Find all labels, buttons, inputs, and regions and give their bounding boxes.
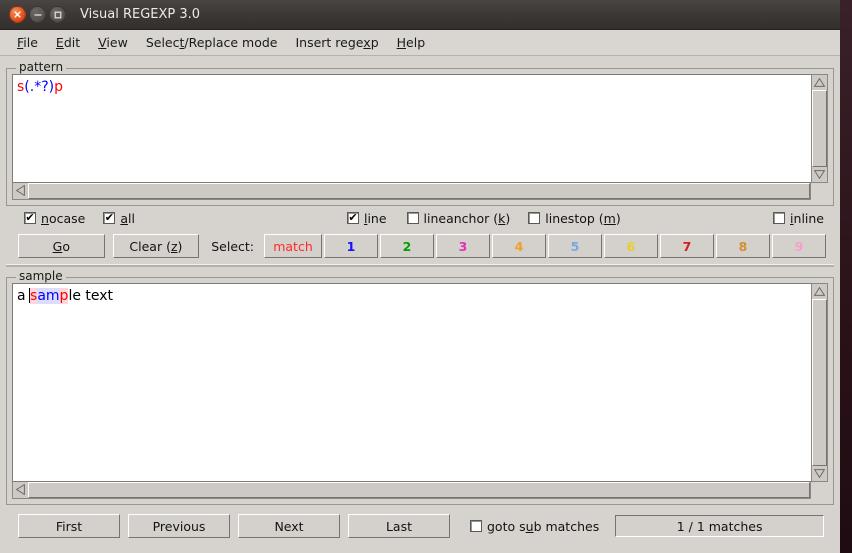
select-button-9[interactable]: 9 — [772, 234, 826, 258]
sample-segment-4: le text — [68, 288, 114, 304]
menu-file[interactable]: File — [8, 33, 47, 52]
select-button-2[interactable]: 2 — [380, 234, 434, 258]
last-button[interactable]: Last — [348, 514, 450, 538]
option-line[interactable]: ✔ line — [346, 210, 387, 226]
pattern-segment-1: (.*?) — [24, 79, 55, 95]
pattern-text: s(.*?)p — [17, 79, 63, 95]
select-button-5[interactable]: 5 — [548, 234, 602, 258]
select-buttons-group: match 1 2 3 4 5 6 7 8 9 — [264, 234, 828, 258]
pattern-vertical-scrollbar[interactable] — [811, 74, 828, 183]
linestop-label: linestop (m) — [545, 210, 621, 226]
select-button-4[interactable]: 4 — [492, 234, 546, 258]
inline-checkbox[interactable] — [773, 212, 786, 224]
select-button-6[interactable]: 6 — [604, 234, 658, 258]
menu-select-replace-mode[interactable]: Select/Replace mode — [137, 33, 287, 52]
window-title: Visual REGEXP 3.0 — [80, 7, 201, 22]
all-label: all — [120, 210, 135, 226]
clear-button[interactable]: Clear (z) — [112, 234, 200, 258]
scroll-left-arrow-icon[interactable] — [13, 482, 28, 497]
check-icon: ✔ — [348, 211, 358, 224]
goto-sub-matches-label: goto sub matches — [487, 518, 600, 534]
nocase-checkbox[interactable]: ✔ — [24, 212, 36, 224]
close-icon[interactable] — [9, 6, 26, 23]
scroll-left-arrow-icon[interactable] — [13, 183, 28, 198]
option-nocase[interactable]: ✔ nocase — [24, 211, 85, 226]
pattern-scroll-thumb[interactable] — [812, 90, 827, 167]
sample-text: a sample text — [17, 288, 113, 304]
select-button-7[interactable]: 7 — [660, 234, 714, 258]
divider — [6, 264, 834, 267]
go-label: Go — [52, 238, 70, 254]
option-goto-sub-matches[interactable]: goto sub matches — [470, 519, 599, 534]
inline-label: inline — [790, 210, 824, 226]
title-bar: Visual REGEXP 3.0 — [0, 0, 840, 30]
all-checkbox[interactable]: ✔ — [103, 211, 116, 224]
select-button-match[interactable]: match — [264, 234, 322, 258]
nocase-label: nocase — [41, 210, 86, 226]
option-linestop[interactable]: linestop (m) — [528, 210, 621, 226]
lineanchor-checkbox[interactable] — [406, 212, 419, 224]
menu-help[interactable]: Help — [388, 33, 435, 52]
select-button-1[interactable]: 1 — [324, 234, 378, 258]
option-all[interactable]: ✔ all — [103, 211, 135, 226]
minimize-icon[interactable] — [29, 6, 46, 23]
menu-bar: File Edit View Select/Replace mode Inser… — [0, 30, 840, 56]
maximize-icon[interactable] — [49, 6, 66, 23]
previous-button[interactable]: Previous — [128, 514, 230, 538]
scroll-up-arrow-icon[interactable] — [812, 284, 827, 299]
window-body: pattern s(.*?)p ✔ nocase ✔ all ✔ line li… — [0, 60, 840, 541]
scroll-down-arrow-icon[interactable] — [812, 466, 827, 481]
scroll-down-arrow-icon[interactable] — [812, 167, 827, 182]
options-row: ✔ nocase ✔ all ✔ line lineanchor (k) lin… — [6, 206, 834, 230]
select-button-3[interactable]: 3 — [436, 234, 490, 258]
line-checkbox[interactable]: ✔ — [346, 211, 359, 224]
menu-view[interactable]: View — [89, 33, 137, 52]
option-inline[interactable]: inline — [773, 211, 824, 226]
go-button[interactable]: Go — [18, 234, 105, 258]
sample-vertical-scrollbar[interactable] — [811, 283, 828, 482]
lineanchor-label: lineanchor (k) — [423, 210, 511, 226]
pattern-segment-2: p — [54, 79, 63, 95]
select-button-8[interactable]: 8 — [716, 234, 770, 258]
sample-group-label: sample — [16, 269, 66, 283]
screen-root: Visual REGEXP 3.0 File Edit View Select/… — [0, 0, 852, 553]
pattern-hscroll-thumb[interactable] — [28, 183, 810, 199]
pattern-group-label: pattern — [16, 60, 67, 74]
sample-horizontal-scrollbar[interactable] — [12, 482, 811, 499]
action-row: Go Clear (z) Select: match 1 2 3 4 5 6 7 8 9 — [6, 230, 834, 262]
menu-edit[interactable]: Edit — [47, 33, 89, 52]
menu-insert-regexp[interactable]: Insert regexp — [286, 33, 387, 52]
application-window: Visual REGEXP 3.0 File Edit View Select/… — [0, 0, 840, 553]
check-icon: ✔ — [104, 211, 114, 224]
navigation-row: First Previous Next Last goto sub matche… — [6, 511, 834, 541]
sample-group: sample a sample text — [6, 269, 834, 505]
goto-sub-matches-checkbox[interactable] — [470, 520, 482, 532]
sample-input[interactable]: a sample text — [12, 283, 811, 482]
check-icon: ✔ — [25, 211, 35, 224]
linestop-checkbox[interactable] — [528, 212, 541, 224]
pattern-horizontal-scrollbar[interactable] — [12, 183, 811, 200]
sample-segment-2: am — [37, 288, 60, 304]
first-button[interactable]: First — [18, 514, 120, 538]
select-label: Select: — [211, 238, 254, 254]
match-status-field: 1 / 1 matches — [615, 515, 824, 537]
scroll-up-arrow-icon[interactable] — [812, 75, 827, 90]
pattern-group: pattern s(.*?)p — [6, 60, 834, 206]
sample-scroll-thumb[interactable] — [812, 299, 827, 466]
window-controls — [9, 6, 66, 23]
sample-hscroll-thumb[interactable] — [28, 482, 810, 498]
line-label: line — [363, 210, 387, 226]
clear-label: Clear (z) — [129, 238, 183, 254]
pattern-input[interactable]: s(.*?)p — [12, 74, 811, 183]
option-lineanchor[interactable]: lineanchor (k) — [406, 210, 511, 226]
next-button[interactable]: Next — [238, 514, 340, 538]
